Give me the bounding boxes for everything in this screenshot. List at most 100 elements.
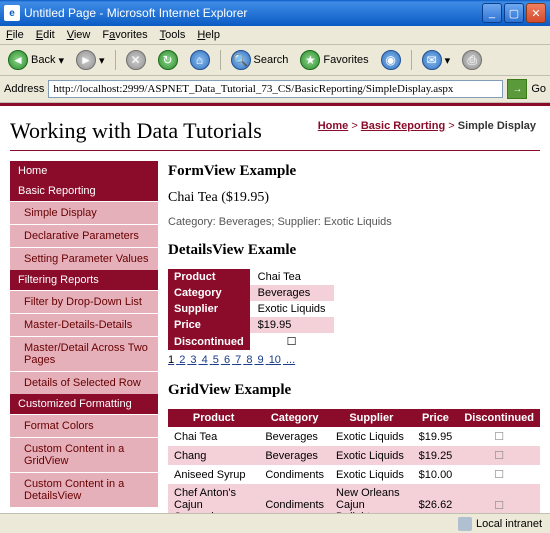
detailsview-table: ProductChai TeaCategoryBeveragesSupplier… xyxy=(168,269,334,350)
status-zone: Local intranet xyxy=(476,518,542,530)
pager-link[interactable]: 6 xyxy=(224,354,230,366)
pager-link[interactable]: 4 xyxy=(202,354,208,366)
home-button[interactable]: ⌂ xyxy=(186,48,214,72)
gv-product: Chef Anton's Cajun Seasoning xyxy=(168,484,259,513)
close-button[interactable]: ✕ xyxy=(526,3,546,23)
gv-category: Condiments xyxy=(259,484,330,513)
gv-header: Product xyxy=(168,409,259,427)
nav-heading[interactable]: Customized Formatting xyxy=(10,394,158,414)
formview-heading: FormView Example xyxy=(168,163,540,180)
nav-item[interactable]: Declarative Parameters xyxy=(10,224,158,247)
gv-category: Condiments xyxy=(259,465,330,484)
breadcrumb: Home > Basic Reporting > Simple Display xyxy=(318,120,536,132)
gv-header: Discontinued xyxy=(458,409,540,427)
print-button[interactable]: ⎙ xyxy=(458,48,486,72)
menu-favorites[interactable]: Favorites xyxy=(102,29,147,41)
dv-label: Category xyxy=(168,285,250,301)
toolbar: ◄Back ▾ ►▾ ✕ ↻ ⌂ 🔍Search ★Favorites ◉ ✉▾… xyxy=(0,45,550,76)
divider xyxy=(10,150,540,151)
pager-link[interactable]: 3 xyxy=(190,354,196,366)
gridview-table: ProductCategorySupplierPriceDiscontinued… xyxy=(168,409,540,513)
nav-item[interactable]: Custom Content in a GridView xyxy=(10,437,158,472)
formview-meta: Category: Beverages; Supplier: Exotic Li… xyxy=(168,216,540,228)
menubar: File Edit View Favorites Tools Help xyxy=(0,26,550,45)
breadcrumb-section[interactable]: Basic Reporting xyxy=(361,120,445,132)
refresh-button[interactable]: ↻ xyxy=(154,48,182,72)
gv-supplier: New Orleans Cajun Delights xyxy=(330,484,413,513)
content-area: Home > Basic Reporting > Simple Display … xyxy=(0,103,550,513)
pager-link[interactable]: 8 xyxy=(246,354,252,366)
breadcrumb-home[interactable]: Home xyxy=(318,120,349,132)
nav-item[interactable]: Simple Display xyxy=(10,201,158,224)
nav-item[interactable]: Master-Details-Details xyxy=(10,313,158,336)
titlebar: e Untitled Page - Microsoft Internet Exp… xyxy=(0,0,550,26)
gv-product: Chang xyxy=(168,446,259,465)
gv-header: Category xyxy=(259,409,330,427)
address-input[interactable] xyxy=(48,80,503,98)
gv-supplier: Exotic Liquids xyxy=(330,465,413,484)
dv-value: Beverages xyxy=(250,285,334,301)
detailsview-heading: DetailsView Examle xyxy=(168,242,540,259)
gv-product: Chai Tea xyxy=(168,427,259,446)
detailsview-row: CategoryBeverages xyxy=(168,285,334,301)
menu-tools[interactable]: Tools xyxy=(160,29,186,41)
gv-price: $19.95 xyxy=(413,427,459,446)
dv-value: ☐ xyxy=(250,333,334,350)
gv-category: Beverages xyxy=(259,446,330,465)
pager-link[interactable]: 10 xyxy=(269,354,281,366)
dv-value: Chai Tea xyxy=(250,269,334,285)
dv-label: Price xyxy=(168,317,250,333)
minimize-button[interactable]: _ xyxy=(482,3,502,23)
statusbar: Local intranet xyxy=(0,513,550,533)
gv-supplier: Exotic Liquids xyxy=(330,446,413,465)
gv-product: Aniseed Syrup xyxy=(168,465,259,484)
pager-link[interactable]: ... xyxy=(286,354,295,366)
gv-row: Chai TeaBeveragesExotic Liquids$19.95☐ xyxy=(168,427,540,446)
nav-item[interactable]: Filter by Drop-Down List xyxy=(10,290,158,313)
dv-label: Discontinued xyxy=(168,333,250,350)
stop-button[interactable]: ✕ xyxy=(122,48,150,72)
search-button[interactable]: 🔍Search xyxy=(227,48,293,72)
sidebar: HomeBasic ReportingSimple DisplayDeclara… xyxy=(10,161,158,513)
main-content: FormView Example Chai Tea ($19.95) Categ… xyxy=(168,161,540,513)
nav-item[interactable]: Master/Detail Across Two Pages xyxy=(10,336,158,371)
gv-disc: ☐ xyxy=(458,465,540,484)
gv-header: Supplier xyxy=(330,409,413,427)
window-title: Untitled Page - Microsoft Internet Explo… xyxy=(24,6,482,20)
pager-link[interactable]: 1 xyxy=(168,354,174,366)
maximize-button[interactable]: ▢ xyxy=(504,3,524,23)
nav-heading[interactable]: Filtering Reports xyxy=(10,270,158,290)
nav-heading[interactable]: Basic Reporting xyxy=(10,181,158,201)
gv-header: Price xyxy=(413,409,459,427)
detailsview-row: ProductChai Tea xyxy=(168,269,334,285)
go-button[interactable]: → xyxy=(507,79,527,99)
menu-view[interactable]: View xyxy=(67,29,91,41)
nav-heading[interactable]: Home xyxy=(10,161,158,181)
gv-row: Chef Anton's Cajun SeasoningCondimentsNe… xyxy=(168,484,540,513)
address-label: Address xyxy=(4,83,44,95)
menu-edit[interactable]: Edit xyxy=(36,29,55,41)
dv-label: Product xyxy=(168,269,250,285)
gv-supplier: Exotic Liquids xyxy=(330,427,413,446)
favorites-button[interactable]: ★Favorites xyxy=(296,48,372,72)
gv-disc: ☐ xyxy=(458,484,540,513)
mail-button[interactable]: ✉▾ xyxy=(418,48,455,72)
menu-help[interactable]: Help xyxy=(197,29,220,41)
forward-button[interactable]: ►▾ xyxy=(72,48,109,72)
nav-item[interactable]: Format Colors xyxy=(10,414,158,437)
gv-row: ChangBeveragesExotic Liquids$19.25☐ xyxy=(168,446,540,465)
gv-row: Aniseed SyrupCondimentsExotic Liquids$10… xyxy=(168,465,540,484)
media-button[interactable]: ◉ xyxy=(377,48,405,72)
pager-link[interactable]: 7 xyxy=(235,354,241,366)
nav-item[interactable]: Details of Selected Row xyxy=(10,371,158,394)
menu-file[interactable]: File xyxy=(6,29,24,41)
back-button[interactable]: ◄Back ▾ xyxy=(4,48,68,72)
nav-item[interactable]: Setting Parameter Values xyxy=(10,247,158,270)
gv-disc: ☐ xyxy=(458,427,540,446)
pager-link[interactable]: 9 xyxy=(258,354,264,366)
pager-link[interactable]: 2 xyxy=(179,354,185,366)
pager-link[interactable]: 5 xyxy=(213,354,219,366)
detailsview-pager: 1 2 3 4 5 6 7 8 9 10 ... xyxy=(168,354,540,366)
gridview-heading: GridView Example xyxy=(168,382,540,399)
formview-name: Chai Tea ($19.95) xyxy=(168,190,540,206)
